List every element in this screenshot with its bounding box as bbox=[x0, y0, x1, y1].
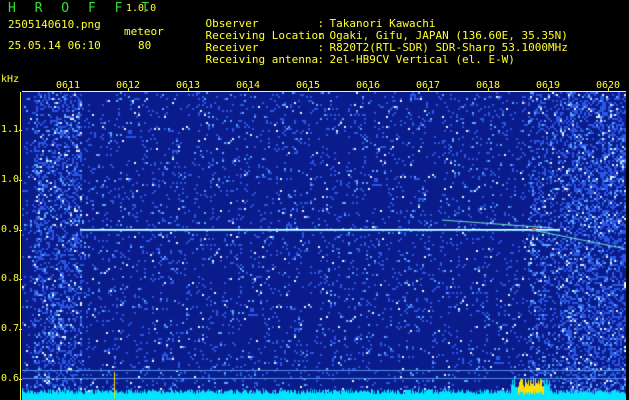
date-time: 25.05.14 06:10 bbox=[8, 39, 101, 52]
y-tick-label: 0.8 bbox=[1, 273, 20, 284]
info-separator: : bbox=[317, 53, 325, 66]
y-axis-line bbox=[20, 92, 21, 400]
y-tick-label: 1.1 bbox=[1, 124, 20, 135]
info-key: Receiving antenna bbox=[205, 53, 319, 66]
info-row-antenna: Receiving antenna: 2el-HB9CV Vertical (el… bbox=[179, 40, 515, 79]
spectrogram-plot[interactable] bbox=[22, 92, 626, 400]
file-name: 2505140610.png bbox=[8, 18, 101, 31]
meteor-label: meteor bbox=[124, 25, 164, 38]
app-version: 1.0.0 bbox=[126, 3, 157, 14]
spectrogram-canvas bbox=[22, 92, 626, 400]
meteor-count: 80 bbox=[138, 39, 152, 52]
spectrogram-window: H R O F F T 1.0.0 2505140610.png 25.05.1… bbox=[0, 0, 629, 400]
y-tick-label: 0.9 bbox=[1, 224, 20, 235]
y-tick-label: 1.0 bbox=[1, 174, 20, 185]
info-value: 2el-HB9CV Vertical (el. E-W) bbox=[329, 53, 515, 66]
y-tick-label: 0.7 bbox=[1, 323, 20, 334]
y-axis-unit: kHz bbox=[1, 74, 20, 85]
y-tick-label: 0.6 bbox=[1, 373, 20, 384]
